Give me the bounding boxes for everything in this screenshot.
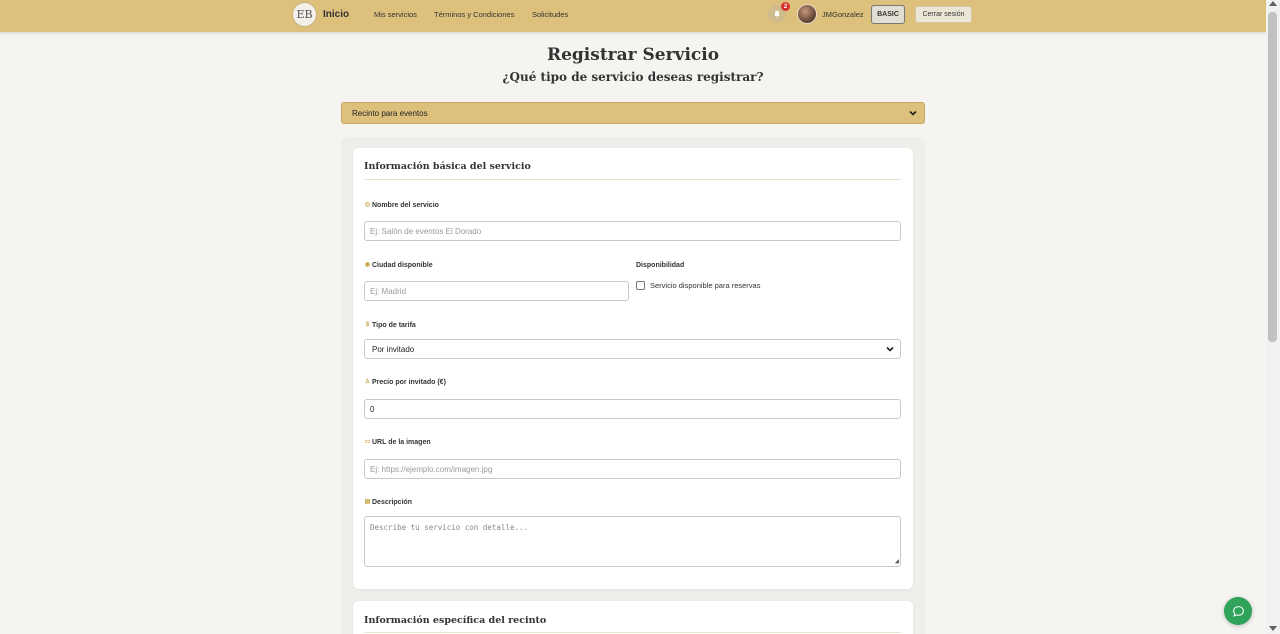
rate-type-label: $ Tipo de tarifa (365, 322, 416, 329)
rate-type-value: Por invitado (372, 344, 415, 354)
notification-count-badge: 2 (781, 2, 790, 11)
description-textarea[interactable]: Describe tu servicio con detalle... ◢ (364, 516, 901, 567)
description-label: ▤ Descripción (364, 499, 413, 506)
plan-badge-button[interactable]: BASIC (871, 5, 905, 24)
scroll-up-arrow-icon[interactable] (1269, 1, 1277, 6)
resize-handle-icon[interactable]: ◢ (895, 558, 899, 565)
price-label: ♙ Precio por invitado (€) (364, 379, 446, 386)
basic-info-card: Información básica del servicio ◎ Nombre… (353, 148, 913, 589)
username[interactable]: JMGonzalez (822, 10, 864, 19)
page-title: Registrar Servicio (546, 45, 720, 65)
availability-checkbox-label[interactable]: Servicio disponible para reservas (650, 281, 760, 290)
nav-requests-link[interactable]: Solicitudes (532, 10, 568, 19)
scrollbar-thumb[interactable] (1268, 12, 1277, 342)
bell-icon (774, 10, 780, 18)
city-input[interactable]: Ej: Madrid (364, 281, 629, 301)
chevron-down-icon (909, 110, 917, 116)
divider (364, 179, 901, 180)
service-type-value: Recinto para eventos (352, 108, 428, 118)
logo[interactable]: EB (292, 2, 317, 27)
chat-bubble-icon (1232, 605, 1244, 617)
venue-info-title: Información específica del recinto (364, 615, 547, 626)
scroll-down-arrow-icon[interactable] (1269, 626, 1277, 631)
service-name-input[interactable]: Ej: Salón de eventos El Dorado (364, 221, 901, 241)
price-input[interactable]: 0 (364, 399, 901, 419)
city-label: ◉ Ciudad disponible (364, 262, 433, 269)
rate-type-select[interactable]: Por invitado (364, 339, 901, 359)
dollar-icon: $ (365, 322, 370, 328)
description-placeholder: Describe tu servicio con detalle... (370, 523, 529, 532)
top-navbar: EB Inicio Mis servicios Términos y Condi… (0, 0, 1266, 32)
basic-info-title: Información básica del servicio (364, 161, 531, 172)
nav-terms-link[interactable]: Términos y Condiciones (434, 10, 514, 19)
image-url-label: ▭ URL de la imagen (364, 439, 431, 446)
chat-button[interactable] (1224, 597, 1252, 625)
page-subtitle: ¿Qué tipo de servicio deseas registrar? (502, 70, 764, 84)
availability-label: Disponibilidad (636, 262, 685, 269)
chevron-down-icon (886, 346, 894, 352)
logout-button[interactable]: Cerrar sesión (915, 6, 972, 23)
availability-checkbox[interactable] (636, 281, 645, 290)
people-icon: ♙ (364, 379, 371, 385)
service-name-label: ◎ Nombre del servicio (364, 202, 439, 209)
venue-info-card: Información específica del recinto (353, 601, 913, 634)
divider (364, 632, 901, 633)
tag-icon: ◎ (364, 202, 371, 208)
document-icon: ▤ (364, 499, 371, 505)
service-type-select[interactable]: Recinto para eventos (341, 102, 925, 124)
image-icon: ▭ (364, 439, 371, 445)
image-url-input[interactable]: Ej: https://ejemplo.com/imagen.jpg (364, 459, 901, 479)
nav-home-link[interactable]: Inicio (323, 9, 349, 20)
nav-my-services-link[interactable]: Mis servicios (374, 10, 417, 19)
avatar[interactable] (797, 4, 817, 24)
location-icon: ◉ (364, 262, 371, 268)
